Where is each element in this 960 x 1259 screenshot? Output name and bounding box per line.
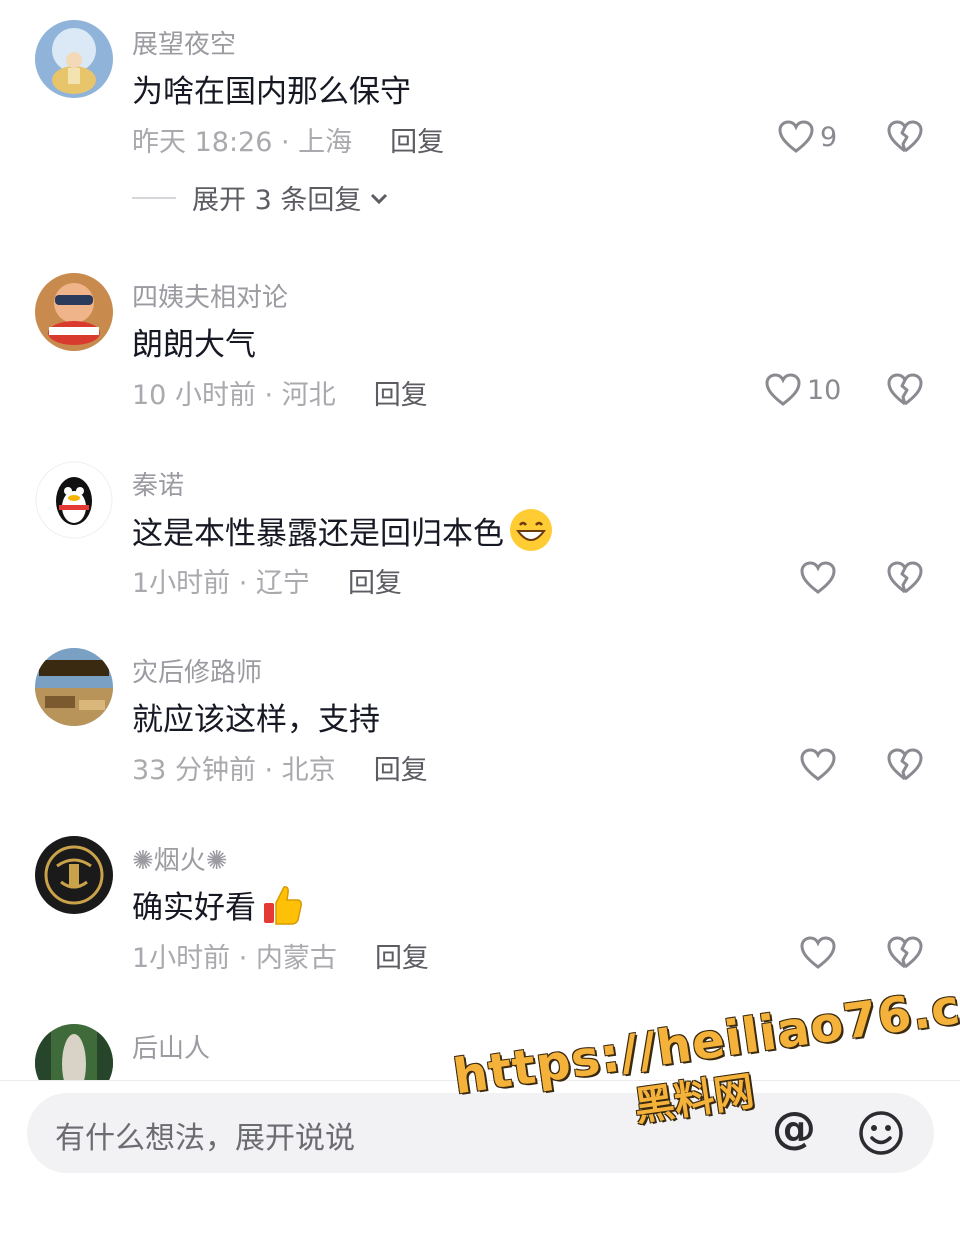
heart-icon	[800, 936, 836, 969]
reply-button[interactable]: 回复	[375, 943, 429, 974]
dislike-button[interactable]	[886, 561, 924, 599]
like-count: 9	[820, 121, 838, 153]
avatar[interactable]	[35, 648, 113, 726]
comment-list: 展望夜空 为啥在国内那么保守 昨天 18:26 · 上海 回复 9 展开 3 条回…	[0, 0, 960, 1080]
comment-username[interactable]: 灾后修路师	[132, 652, 262, 689]
broken-heart-icon	[887, 748, 923, 781]
mention-icon[interactable]: @	[772, 1103, 816, 1154]
emoji-button[interactable]	[857, 1109, 905, 1161]
comment-time-location: 1小时前 · 内蒙古	[132, 943, 337, 974]
divider-line	[132, 196, 176, 199]
comment-item: ✺烟火✺ 确实好看 1小时前 · 内蒙古 回复	[0, 836, 960, 986]
heart-icon	[765, 373, 801, 406]
comment-meta: 1小时前 · 内蒙古 回复	[132, 936, 429, 975]
avatar[interactable]	[35, 273, 113, 351]
grin-emoji-icon	[510, 509, 552, 551]
expand-replies-button[interactable]: 展开 3 条回复	[132, 178, 391, 217]
comment-username[interactable]: 四姨夫相对论	[132, 277, 288, 314]
dislike-button[interactable]	[886, 748, 924, 786]
expand-replies-label: 展开 3 条回复	[192, 185, 362, 216]
comment-meta: 昨天 18:26 · 上海 回复	[132, 120, 444, 159]
reply-button[interactable]: 回复	[348, 568, 402, 599]
like-button[interactable]	[800, 748, 836, 782]
comment-username[interactable]: 后山人	[132, 1028, 210, 1065]
comment-time-location: 1小时前 · 辽宁	[132, 568, 310, 599]
comment-text: 为啥在国内那么保守	[132, 74, 411, 110]
like-count: 10	[807, 374, 842, 406]
broken-heart-icon	[887, 936, 923, 969]
comment-time-location: 33 分钟前 · 北京	[132, 755, 336, 786]
comment-username[interactable]: 展望夜空	[132, 24, 236, 61]
avatar[interactable]	[35, 1024, 113, 1080]
comment-text: 朗朗大气	[132, 327, 256, 363]
comment-item: 后山人	[0, 1024, 960, 1080]
like-button[interactable]	[800, 936, 836, 970]
heart-icon	[800, 561, 836, 594]
broken-heart-icon	[887, 373, 923, 406]
comment-time-location: 10 小时前 · 河北	[132, 380, 336, 411]
comment-meta: 33 分钟前 · 北京 回复	[132, 748, 428, 787]
divider	[0, 1080, 960, 1081]
comment-text: 这是本性暴露还是回归本色	[132, 507, 554, 553]
broken-heart-icon	[887, 120, 923, 153]
comment-item: 展望夜空 为啥在国内那么保守 昨天 18:26 · 上海 回复 9 展开 3 条回…	[0, 20, 960, 220]
like-button[interactable]: 10	[765, 373, 841, 407]
broken-heart-icon	[887, 561, 923, 594]
reply-button[interactable]: 回复	[390, 127, 444, 158]
comment-text: 确实好看	[132, 882, 304, 927]
comment-item: 四姨夫相对论 朗朗大气 10 小时前 · 河北 回复 10	[0, 273, 960, 423]
avatar[interactable]	[35, 836, 113, 914]
comment-username[interactable]: 秦诺	[132, 465, 184, 502]
comment-meta: 10 小时前 · 河北 回复	[132, 373, 428, 412]
comment-text: 就应该这样，支持	[132, 702, 380, 738]
comment-item: 灾后修路师 就应该这样，支持 33 分钟前 · 北京 回复	[0, 648, 960, 798]
comment-item: 秦诺 这是本性暴露还是回归本色 1小时前 · 辽宁 回复	[0, 461, 960, 611]
dislike-button[interactable]	[886, 120, 924, 158]
avatar[interactable]	[35, 20, 113, 98]
like-button[interactable]	[800, 561, 836, 595]
heart-icon	[778, 120, 814, 153]
dislike-button[interactable]	[886, 936, 924, 974]
reply-button[interactable]: 回复	[374, 755, 428, 786]
avatar[interactable]	[35, 461, 113, 539]
dislike-button[interactable]	[886, 373, 924, 411]
comment-meta: 1小时前 · 辽宁 回复	[132, 561, 402, 600]
comment-input[interactable]: 有什么想法，展开说说	[55, 1113, 355, 1157]
smiley-icon	[859, 1111, 903, 1155]
thumbs-up-emoji-icon	[264, 885, 302, 925]
like-button[interactable]: 9	[778, 120, 837, 154]
heart-icon	[800, 748, 836, 781]
comment-input-bar[interactable]: 有什么想法，展开说说 @	[27, 1093, 934, 1173]
reply-button[interactable]: 回复	[374, 380, 428, 411]
chevron-down-icon	[371, 193, 388, 204]
comment-time-location: 昨天 18:26 · 上海	[132, 127, 353, 158]
comment-username[interactable]: ✺烟火✺	[132, 840, 228, 877]
